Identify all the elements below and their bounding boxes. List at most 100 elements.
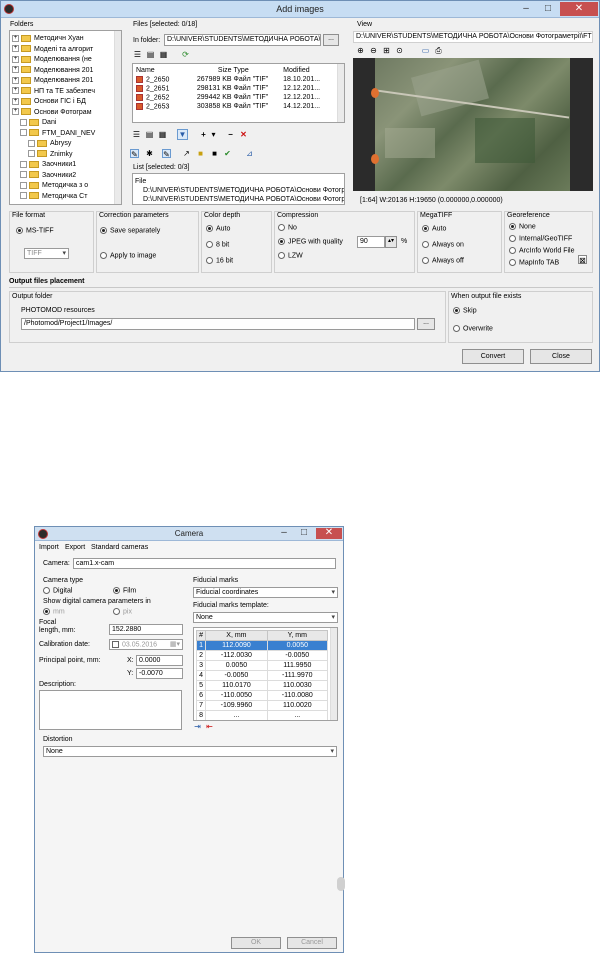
depth-16bit-radio[interactable]: 16 bit (206, 257, 233, 264)
folder-item[interactable]: Znimky (28, 150, 73, 159)
megatiff-always-off-radio[interactable]: Always off (422, 257, 464, 264)
image-preview[interactable] (353, 58, 593, 191)
folder-item[interactable]: + Методичн Хуан (12, 34, 84, 43)
edge-handle-icon[interactable] (337, 877, 345, 891)
fiducial-cell[interactable]: 1 (195, 640, 207, 651)
list-item[interactable]: D:\UNIVER\STUDENTS\МЕТОДИЧНА РОБОТА\Осно… (143, 186, 344, 195)
folders-scrollbar[interactable] (114, 31, 121, 204)
expand-icon[interactable]: + (12, 45, 19, 53)
remove-icon[interactable]: − (226, 130, 235, 139)
megatiff-always-on-radio[interactable]: Always on (422, 241, 464, 248)
focal-length-field[interactable]: 152.2880 (109, 624, 183, 635)
list-view-icon[interactable]: ☰ (132, 130, 141, 139)
pp-y-field[interactable]: -0.0070 (136, 668, 183, 679)
add-row-icon[interactable]: ⇥ (193, 722, 202, 731)
fiducial-select[interactable]: Fiducial coordinates (193, 587, 338, 598)
tool-5-icon[interactable]: ■ (196, 149, 205, 158)
list-item[interactable]: D:\UNIVER\STUDENTS\МЕТОДИЧНА РОБОТА\Осно… (143, 195, 344, 204)
fiducial-scrollbar[interactable] (330, 628, 337, 720)
menu-export[interactable]: Export (65, 544, 85, 551)
depth-auto-radio[interactable]: Auto (206, 225, 230, 232)
fiducial-row[interactable]: 8...... (195, 710, 329, 720)
window-icon[interactable]: ▭ (421, 46, 430, 55)
expand-icon[interactable] (20, 181, 27, 189)
zoom-actual-icon[interactable]: ⊙ (395, 46, 404, 55)
fiducial-cell[interactable]: 4 (195, 670, 207, 681)
quality-spin-button[interactable]: ▴▾ (385, 236, 397, 248)
list-details-icon[interactable]: ▤ (145, 130, 154, 139)
fiducial-cell[interactable]: 2 (195, 650, 207, 661)
folder-item[interactable]: Заочники2 (20, 171, 76, 180)
tool-1-icon[interactable]: ✎ (130, 149, 139, 159)
expand-icon[interactable] (20, 118, 27, 126)
folder-item[interactable]: + Моделювання (не (12, 55, 92, 64)
add-icon[interactable]: + (199, 130, 208, 139)
distortion-select[interactable]: None (43, 746, 337, 757)
fiducial-cell[interactable]: 0.0050 (266, 640, 329, 651)
fiducial-cell[interactable]: -0.0050 (205, 670, 268, 681)
tool-3-icon[interactable]: ✎ (162, 149, 171, 159)
expand-icon[interactable] (20, 171, 27, 179)
folder-item[interactable]: + Моделювання 201 (12, 76, 93, 85)
folder-item[interactable]: + Моделювання 201 (12, 66, 93, 75)
template-select[interactable]: None (193, 612, 338, 623)
fiducial-cell[interactable]: 111.9950 (266, 660, 329, 671)
tool-4-icon[interactable]: ↗ (182, 149, 191, 158)
file-row[interactable]: 2_2651 298131 KB Файл "TIF" 12.12.201... (135, 84, 335, 93)
fiducial-row[interactable]: 7 -109.9960 110.0020 (195, 700, 329, 711)
files-column-header[interactable]: Name (135, 66, 183, 75)
expand-icon[interactable]: + (12, 108, 19, 116)
folder-item[interactable]: Abrysy (28, 139, 71, 148)
jpeg-quality-field[interactable]: 90 (357, 236, 385, 248)
in-folder-field[interactable]: D:\UNIVER\STUDENTS\МЕТОДИЧНА РОБОТА\Ос (164, 34, 321, 46)
expand-icon[interactable]: + (12, 97, 19, 105)
delete-icon[interactable]: ✕ (239, 130, 248, 139)
fiducial-cell[interactable]: 112.0090 (205, 640, 268, 651)
chart-icon[interactable]: ⊿ (245, 149, 254, 158)
folder-item[interactable]: + НП та ТЕ забезпеч (12, 87, 95, 96)
folder-item[interactable]: Dani (20, 118, 56, 127)
camera-ok-button[interactable]: OK (231, 937, 281, 949)
expand-icon[interactable] (28, 139, 35, 147)
filter-icon[interactable]: ▼ (177, 129, 188, 140)
close-icon[interactable]: ✕ (560, 2, 598, 16)
compression-jpeg-radio[interactable]: JPEG with quality (278, 238, 343, 245)
skip-radio[interactable]: Skip (453, 307, 477, 314)
tool-2-icon[interactable]: ✱ (145, 149, 154, 158)
list-tiles-icon[interactable]: ▦ (158, 130, 167, 139)
description-field[interactable] (39, 690, 182, 730)
folder-item[interactable]: + Основи Фотограм (12, 108, 92, 117)
expand-icon[interactable]: + (12, 76, 19, 84)
folder-item[interactable]: + Моделі та алгорит (12, 45, 93, 54)
expand-icon[interactable] (20, 129, 27, 137)
fiducial-cell[interactable]: ... (266, 710, 329, 720)
expand-icon[interactable]: + (12, 55, 19, 63)
selected-list[interactable]: File D:\UNIVER\STUDENTS\МЕТОДИЧНА РОБОТА… (132, 173, 345, 205)
title-bar[interactable]: Add images – □ ✕ (1, 1, 599, 18)
folder-item[interactable]: Заочники1 (20, 160, 76, 169)
folder-item[interactable]: + Основи ГІС і БД (12, 97, 86, 106)
zoom-fit-icon[interactable]: ⊞ (382, 46, 391, 55)
fiducial-cell[interactable]: 3 (195, 660, 207, 671)
unit-pix-radio[interactable]: pix (113, 608, 132, 615)
folder-item[interactable]: Методичка з о (20, 181, 88, 190)
fiducial-cell[interactable]: 110.0020 (266, 700, 329, 711)
output-path-field[interactable]: /Photomod/Project1/Images/ (21, 318, 415, 330)
fiducial-row[interactable]: 5 110.0170 110.0030 (195, 680, 329, 691)
file-row[interactable]: 2_2650 267989 KB Файл "TIF" 18.10.201... (135, 75, 335, 84)
compression-lzw-radio[interactable]: LZW (278, 252, 303, 259)
film-radio[interactable]: Film (113, 587, 136, 594)
fiducial-row[interactable]: 3 0.0050 111.9950 (195, 660, 329, 671)
compression-no-radio[interactable]: No (278, 224, 297, 231)
fiducial-cell[interactable]: -111.9970 (266, 670, 329, 681)
expand-icon[interactable] (28, 150, 35, 158)
menu-standard-cameras[interactable]: Standard cameras (91, 544, 148, 551)
camera-minimize-icon[interactable]: – (273, 528, 295, 539)
minimize-icon[interactable]: – (515, 2, 537, 16)
format-select[interactable]: TIFF (24, 248, 69, 259)
fiducial-row[interactable]: 2 -112.0030 -0.0050 (195, 650, 329, 661)
fiducial-cell[interactable]: -110.0080 (266, 690, 329, 701)
file-row[interactable]: 2_2652 299442 KB Файл "TIF" 12.12.201... (135, 93, 335, 102)
maximize-icon[interactable]: □ (537, 2, 559, 16)
fiducial-column-header[interactable]: Y, mm (266, 630, 329, 641)
